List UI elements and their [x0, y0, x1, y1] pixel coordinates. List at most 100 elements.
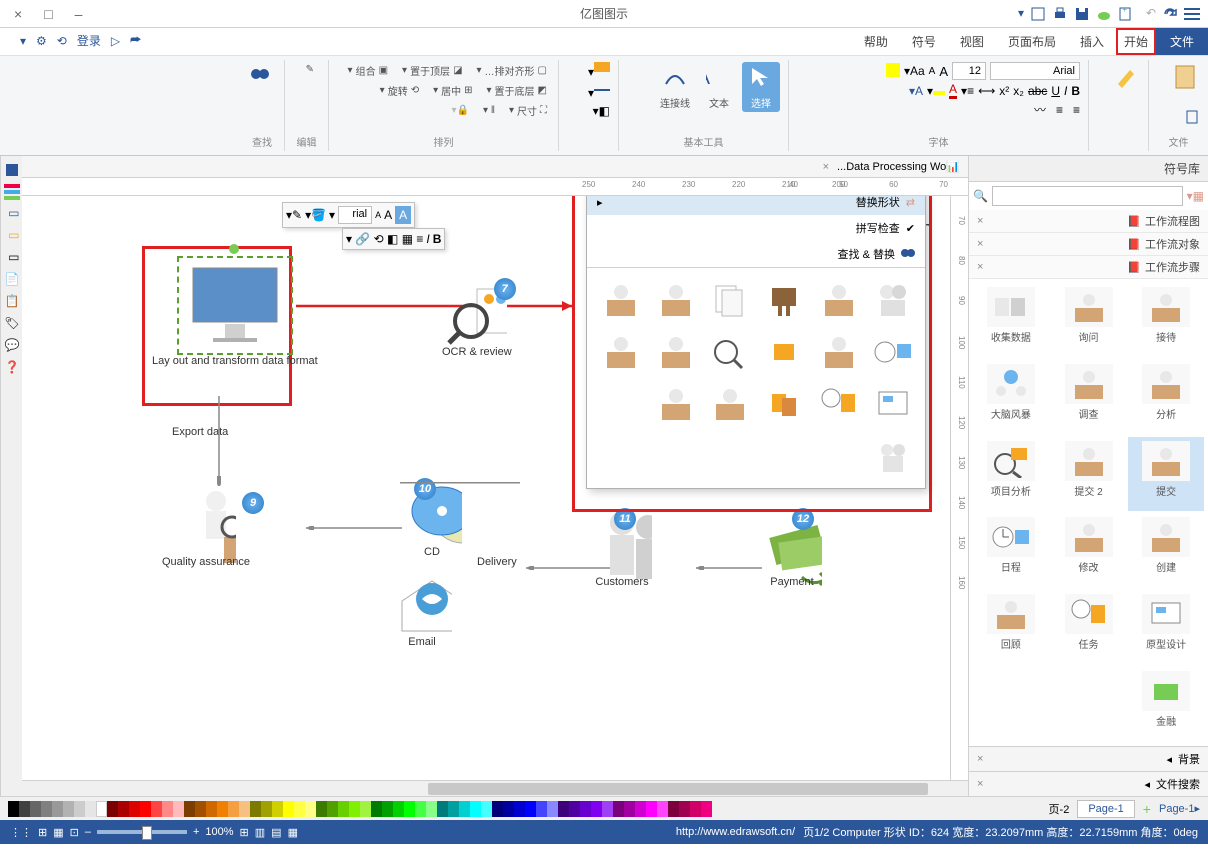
popup-shape[interactable]	[706, 276, 754, 324]
print-icon[interactable]	[1052, 6, 1068, 22]
view-mode-3[interactable]: ▥	[255, 826, 265, 839]
page-tab-2[interactable]: 页-2	[1049, 801, 1070, 817]
tool-6[interactable]: 📄	[4, 272, 20, 288]
zoom-out[interactable]: +	[193, 826, 199, 838]
popup-shape[interactable]	[869, 432, 917, 480]
spacing-shapes[interactable]: ‖ ▾	[480, 102, 498, 119]
popup-shape[interactable]	[652, 276, 700, 324]
menu-insert[interactable]: 插入	[1068, 28, 1116, 55]
section-2[interactable]: 工作流对象📕×	[969, 233, 1208, 256]
shape-item[interactable]: 询问	[1051, 283, 1127, 358]
font-size-input[interactable]	[952, 62, 986, 80]
align-shapes-button[interactable]: ▢ 排对齐形…▾	[474, 62, 550, 79]
text-tool-icon[interactable]: A	[706, 64, 732, 93]
undo-icon[interactable]: ↶	[1140, 6, 1156, 22]
sb-icon-3[interactable]: ⊞	[38, 826, 47, 839]
zoom-slider[interactable]	[97, 830, 187, 834]
connector-icon[interactable]	[662, 64, 688, 93]
menu-symbol[interactable]: 符号	[900, 28, 948, 55]
node-cd[interactable]: 10 CD	[402, 486, 462, 558]
add-page-button[interactable]: +	[1143, 801, 1151, 817]
shape-item[interactable]: 日程	[973, 513, 1049, 588]
binoculars-icon[interactable]	[250, 64, 270, 87]
menu-view[interactable]: 视图	[948, 28, 996, 55]
redo-icon[interactable]	[1162, 6, 1178, 22]
tool-7[interactable]: 📋	[4, 294, 20, 310]
front-button[interactable]: ◪ 置于顶层▾	[399, 62, 465, 79]
panel-more-1[interactable]: 背景◂×	[969, 746, 1208, 771]
shape-item[interactable]: 原型设计	[1128, 590, 1204, 665]
refresh-icon[interactable]: ⟲	[57, 34, 67, 48]
pages-section[interactable]: ▸Page-1	[1159, 802, 1200, 815]
section-3[interactable]: 工作流步骤📕×	[969, 256, 1208, 279]
node-email[interactable]: Email	[392, 576, 452, 648]
dropdown-icon[interactable]: ▾	[1008, 6, 1024, 22]
popup-shape[interactable]	[652, 380, 700, 428]
lock-button[interactable]: 🔒▾	[449, 102, 472, 119]
brush-icon[interactable]	[1112, 62, 1140, 93]
mini-toolbar-1[interactable]: A AA rial▾ 🪣▾✎▾	[282, 202, 415, 228]
node-ocr[interactable]: 7 OCR & review	[442, 286, 512, 358]
tool-2[interactable]	[4, 184, 20, 200]
italic-button[interactable]: I	[1064, 84, 1067, 98]
font-grow-icon[interactable]: A	[939, 64, 948, 79]
node-layout[interactable]: Lay out and transform data format	[152, 256, 318, 367]
popup-shape[interactable]	[815, 276, 863, 324]
cloud-icon[interactable]	[1096, 6, 1112, 22]
align-left-icon[interactable]: ≡	[1073, 103, 1080, 117]
tool-5[interactable]: ▭	[4, 250, 20, 266]
text-fill-button[interactable]: A▾	[909, 84, 923, 98]
menu-layout[interactable]: 页面布局	[996, 28, 1068, 55]
center-button[interactable]: ⊞ 居中▾	[430, 82, 475, 99]
h-scrollbar[interactable]	[22, 780, 968, 796]
shape-item[interactable]: 金融	[1128, 667, 1204, 742]
canvas[interactable]: A AA rial▾ 🪣▾✎▾ B I ≡ ▦ ◧ ⟲ 🔗 ▾ Lean	[22, 196, 950, 780]
tool-9[interactable]: 💬	[4, 338, 20, 354]
tool-8[interactable]: 🏷	[4, 316, 20, 332]
rotate-button[interactable]: ⟲ 旋转▾	[377, 82, 422, 99]
fill-icon[interactable]: ▾	[588, 62, 610, 79]
view-mode-4[interactable]: ⊞	[240, 826, 249, 839]
popup-shape[interactable]	[760, 328, 808, 376]
maximize-button[interactable]: □	[38, 6, 58, 22]
shape-item[interactable]: 提交 2	[1051, 437, 1127, 512]
help-icon[interactable]: ❓	[4, 360, 20, 376]
highlighter-button[interactable]: ▾	[927, 83, 945, 98]
tool-4[interactable]: ▭	[4, 228, 20, 244]
node-customers[interactable]: 11 Customers	[592, 516, 652, 588]
underline-button[interactable]: U	[1051, 84, 1060, 98]
popup-shape[interactable]	[760, 276, 808, 324]
play-icon[interactable]: ▷	[111, 34, 120, 48]
group-button[interactable]: ▣ 组合▾	[345, 62, 391, 79]
save-icon[interactable]	[1074, 6, 1090, 22]
shape-search-input[interactable]	[992, 186, 1183, 206]
login-link[interactable]: 登录	[77, 32, 101, 49]
page-tab-1[interactable]: Page-1	[1077, 800, 1134, 818]
minimize-button[interactable]: –	[69, 6, 89, 22]
shape-item[interactable]: 任务	[1051, 590, 1127, 665]
color-palette[interactable]	[8, 797, 1041, 820]
popup-shape[interactable]	[815, 328, 863, 376]
select-icon[interactable]	[748, 64, 774, 93]
popup-replace[interactable]: ⇄替换形状▸	[587, 196, 925, 215]
close-tab-icon[interactable]: ×	[823, 161, 829, 173]
tool-1[interactable]	[4, 162, 20, 178]
sb-icon-1[interactable]: ⊡	[70, 826, 79, 839]
shape-item[interactable]: 项目分析	[973, 437, 1049, 512]
menu-help[interactable]: 帮助	[852, 28, 900, 55]
chevron-down-icon[interactable]: ▾	[20, 34, 26, 48]
font-name-input[interactable]	[990, 62, 1080, 80]
section-1[interactable]: 工作流程图📕×	[969, 210, 1208, 233]
gear-icon[interactable]: ⚙	[36, 34, 47, 48]
highlight-icon[interactable]	[886, 63, 900, 80]
close-button[interactable]: ×	[8, 6, 28, 22]
back-button[interactable]: ◩ 置于底层▾	[484, 82, 550, 99]
edit-icon[interactable]: ✎	[306, 64, 314, 75]
new-icon[interactable]: +	[1118, 6, 1134, 22]
popup-shape[interactable]	[652, 328, 700, 376]
line-icon[interactable]: ▾	[588, 83, 610, 100]
popup-shape[interactable]	[706, 380, 754, 428]
sup-button[interactable]: x²	[999, 84, 1009, 98]
popup-shape[interactable]	[706, 328, 754, 376]
tool-3[interactable]: ▭	[4, 206, 20, 222]
